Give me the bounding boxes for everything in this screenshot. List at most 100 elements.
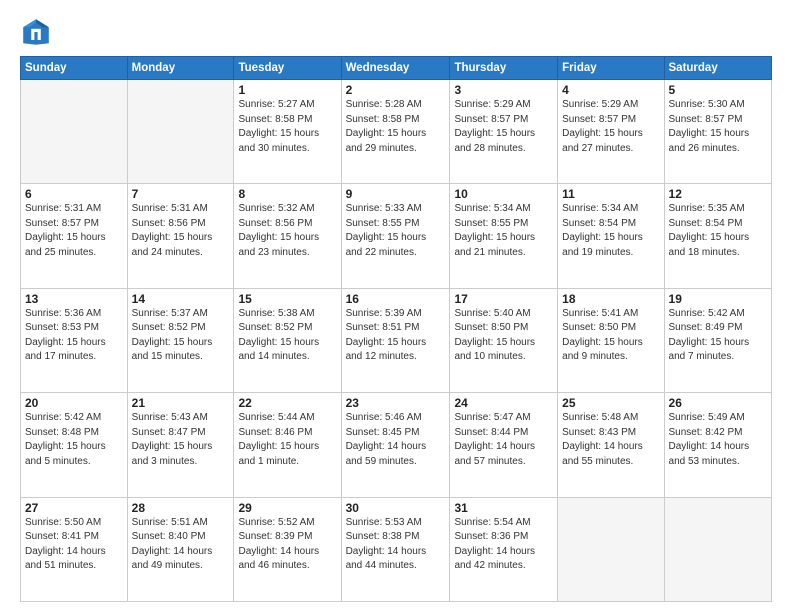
calendar-week-row: 27Sunrise: 5:50 AM Sunset: 8:41 PM Dayli… bbox=[21, 497, 772, 601]
day-info: Sunrise: 5:53 AM Sunset: 8:38 PM Dayligh… bbox=[346, 516, 446, 574]
calendar-cell: 5Sunrise: 5:30 AM Sunset: 8:57 PM Daylig… bbox=[664, 80, 771, 184]
day-number: 5 bbox=[669, 83, 767, 97]
weekday-header-wednesday: Wednesday bbox=[341, 57, 450, 80]
day-info: Sunrise: 5:42 AM Sunset: 8:48 PM Dayligh… bbox=[25, 411, 123, 469]
day-info: Sunrise: 5:54 AM Sunset: 8:36 PM Dayligh… bbox=[454, 516, 553, 574]
day-info: Sunrise: 5:50 AM Sunset: 8:41 PM Dayligh… bbox=[25, 516, 123, 574]
day-info: Sunrise: 5:28 AM Sunset: 8:58 PM Dayligh… bbox=[346, 98, 446, 156]
day-number: 21 bbox=[132, 396, 230, 410]
calendar-cell bbox=[664, 497, 771, 601]
calendar-cell: 3Sunrise: 5:29 AM Sunset: 8:57 PM Daylig… bbox=[450, 80, 558, 184]
day-number: 24 bbox=[454, 396, 553, 410]
day-info: Sunrise: 5:34 AM Sunset: 8:54 PM Dayligh… bbox=[562, 202, 659, 260]
calendar-cell: 17Sunrise: 5:40 AM Sunset: 8:50 PM Dayli… bbox=[450, 288, 558, 392]
day-info: Sunrise: 5:36 AM Sunset: 8:53 PM Dayligh… bbox=[25, 307, 123, 365]
calendar-cell: 9Sunrise: 5:33 AM Sunset: 8:55 PM Daylig… bbox=[341, 184, 450, 288]
day-info: Sunrise: 5:33 AM Sunset: 8:55 PM Dayligh… bbox=[346, 202, 446, 260]
calendar-cell: 1Sunrise: 5:27 AM Sunset: 8:58 PM Daylig… bbox=[234, 80, 341, 184]
day-number: 16 bbox=[346, 292, 446, 306]
calendar-cell: 14Sunrise: 5:37 AM Sunset: 8:52 PM Dayli… bbox=[127, 288, 234, 392]
day-info: Sunrise: 5:32 AM Sunset: 8:56 PM Dayligh… bbox=[238, 202, 336, 260]
day-number: 6 bbox=[25, 187, 123, 201]
weekday-header-sunday: Sunday bbox=[21, 57, 128, 80]
calendar-cell: 18Sunrise: 5:41 AM Sunset: 8:50 PM Dayli… bbox=[558, 288, 664, 392]
day-number: 14 bbox=[132, 292, 230, 306]
calendar-cell: 7Sunrise: 5:31 AM Sunset: 8:56 PM Daylig… bbox=[127, 184, 234, 288]
day-number: 22 bbox=[238, 396, 336, 410]
calendar-cell bbox=[558, 497, 664, 601]
day-number: 27 bbox=[25, 501, 123, 515]
day-info: Sunrise: 5:51 AM Sunset: 8:40 PM Dayligh… bbox=[132, 516, 230, 574]
day-info: Sunrise: 5:44 AM Sunset: 8:46 PM Dayligh… bbox=[238, 411, 336, 469]
day-number: 15 bbox=[238, 292, 336, 306]
day-number: 18 bbox=[562, 292, 659, 306]
day-number: 3 bbox=[454, 83, 553, 97]
calendar-cell: 24Sunrise: 5:47 AM Sunset: 8:44 PM Dayli… bbox=[450, 393, 558, 497]
day-info: Sunrise: 5:29 AM Sunset: 8:57 PM Dayligh… bbox=[454, 98, 553, 156]
calendar-cell: 10Sunrise: 5:34 AM Sunset: 8:55 PM Dayli… bbox=[450, 184, 558, 288]
day-number: 31 bbox=[454, 501, 553, 515]
header bbox=[20, 16, 772, 48]
calendar-cell: 13Sunrise: 5:36 AM Sunset: 8:53 PM Dayli… bbox=[21, 288, 128, 392]
day-number: 29 bbox=[238, 501, 336, 515]
day-info: Sunrise: 5:27 AM Sunset: 8:58 PM Dayligh… bbox=[238, 98, 336, 156]
page: SundayMondayTuesdayWednesdayThursdayFrid… bbox=[0, 0, 792, 612]
calendar-week-row: 13Sunrise: 5:36 AM Sunset: 8:53 PM Dayli… bbox=[21, 288, 772, 392]
day-info: Sunrise: 5:29 AM Sunset: 8:57 PM Dayligh… bbox=[562, 98, 659, 156]
calendar-cell: 20Sunrise: 5:42 AM Sunset: 8:48 PM Dayli… bbox=[21, 393, 128, 497]
calendar-cell: 16Sunrise: 5:39 AM Sunset: 8:51 PM Dayli… bbox=[341, 288, 450, 392]
day-info: Sunrise: 5:49 AM Sunset: 8:42 PM Dayligh… bbox=[669, 411, 767, 469]
day-number: 19 bbox=[669, 292, 767, 306]
day-info: Sunrise: 5:30 AM Sunset: 8:57 PM Dayligh… bbox=[669, 98, 767, 156]
day-number: 28 bbox=[132, 501, 230, 515]
calendar-table: SundayMondayTuesdayWednesdayThursdayFrid… bbox=[20, 56, 772, 602]
day-number: 20 bbox=[25, 396, 123, 410]
weekday-header-monday: Monday bbox=[127, 57, 234, 80]
weekday-header-friday: Friday bbox=[558, 57, 664, 80]
day-info: Sunrise: 5:35 AM Sunset: 8:54 PM Dayligh… bbox=[669, 202, 767, 260]
day-number: 7 bbox=[132, 187, 230, 201]
day-number: 23 bbox=[346, 396, 446, 410]
calendar-cell: 28Sunrise: 5:51 AM Sunset: 8:40 PM Dayli… bbox=[127, 497, 234, 601]
day-number: 2 bbox=[346, 83, 446, 97]
day-info: Sunrise: 5:40 AM Sunset: 8:50 PM Dayligh… bbox=[454, 307, 553, 365]
calendar-cell: 29Sunrise: 5:52 AM Sunset: 8:39 PM Dayli… bbox=[234, 497, 341, 601]
day-number: 11 bbox=[562, 187, 659, 201]
day-info: Sunrise: 5:46 AM Sunset: 8:45 PM Dayligh… bbox=[346, 411, 446, 469]
day-info: Sunrise: 5:52 AM Sunset: 8:39 PM Dayligh… bbox=[238, 516, 336, 574]
day-info: Sunrise: 5:42 AM Sunset: 8:49 PM Dayligh… bbox=[669, 307, 767, 365]
day-info: Sunrise: 5:34 AM Sunset: 8:55 PM Dayligh… bbox=[454, 202, 553, 260]
calendar-cell: 30Sunrise: 5:53 AM Sunset: 8:38 PM Dayli… bbox=[341, 497, 450, 601]
day-number: 13 bbox=[25, 292, 123, 306]
calendar-week-row: 1Sunrise: 5:27 AM Sunset: 8:58 PM Daylig… bbox=[21, 80, 772, 184]
calendar-cell: 6Sunrise: 5:31 AM Sunset: 8:57 PM Daylig… bbox=[21, 184, 128, 288]
calendar-cell: 2Sunrise: 5:28 AM Sunset: 8:58 PM Daylig… bbox=[341, 80, 450, 184]
calendar-cell: 11Sunrise: 5:34 AM Sunset: 8:54 PM Dayli… bbox=[558, 184, 664, 288]
day-number: 25 bbox=[562, 396, 659, 410]
calendar-cell: 26Sunrise: 5:49 AM Sunset: 8:42 PM Dayli… bbox=[664, 393, 771, 497]
day-number: 1 bbox=[238, 83, 336, 97]
day-info: Sunrise: 5:41 AM Sunset: 8:50 PM Dayligh… bbox=[562, 307, 659, 365]
calendar-cell: 12Sunrise: 5:35 AM Sunset: 8:54 PM Dayli… bbox=[664, 184, 771, 288]
calendar-cell: 22Sunrise: 5:44 AM Sunset: 8:46 PM Dayli… bbox=[234, 393, 341, 497]
weekday-header-tuesday: Tuesday bbox=[234, 57, 341, 80]
day-info: Sunrise: 5:48 AM Sunset: 8:43 PM Dayligh… bbox=[562, 411, 659, 469]
calendar-cell: 19Sunrise: 5:42 AM Sunset: 8:49 PM Dayli… bbox=[664, 288, 771, 392]
day-info: Sunrise: 5:47 AM Sunset: 8:44 PM Dayligh… bbox=[454, 411, 553, 469]
day-number: 10 bbox=[454, 187, 553, 201]
calendar-week-row: 6Sunrise: 5:31 AM Sunset: 8:57 PM Daylig… bbox=[21, 184, 772, 288]
day-info: Sunrise: 5:38 AM Sunset: 8:52 PM Dayligh… bbox=[238, 307, 336, 365]
day-number: 30 bbox=[346, 501, 446, 515]
day-info: Sunrise: 5:31 AM Sunset: 8:57 PM Dayligh… bbox=[25, 202, 123, 260]
calendar-cell bbox=[21, 80, 128, 184]
day-number: 8 bbox=[238, 187, 336, 201]
calendar-cell: 15Sunrise: 5:38 AM Sunset: 8:52 PM Dayli… bbox=[234, 288, 341, 392]
day-number: 9 bbox=[346, 187, 446, 201]
day-info: Sunrise: 5:39 AM Sunset: 8:51 PM Dayligh… bbox=[346, 307, 446, 365]
calendar-cell: 4Sunrise: 5:29 AM Sunset: 8:57 PM Daylig… bbox=[558, 80, 664, 184]
calendar-cell: 25Sunrise: 5:48 AM Sunset: 8:43 PM Dayli… bbox=[558, 393, 664, 497]
weekday-header-saturday: Saturday bbox=[664, 57, 771, 80]
calendar-cell: 23Sunrise: 5:46 AM Sunset: 8:45 PM Dayli… bbox=[341, 393, 450, 497]
day-number: 12 bbox=[669, 187, 767, 201]
logo bbox=[20, 16, 56, 48]
